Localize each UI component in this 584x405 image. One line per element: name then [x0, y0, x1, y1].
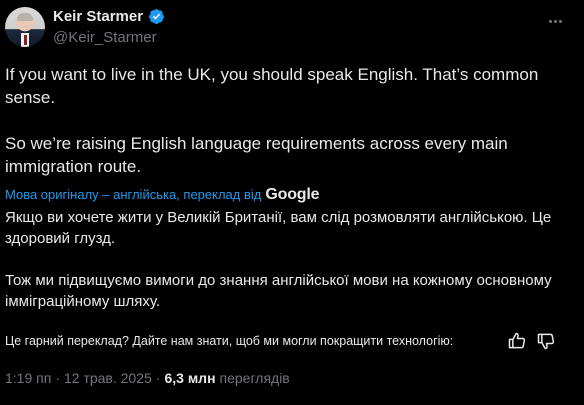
- translation-attribution[interactable]: Мова оригіналу – англійська, переклад ві…: [5, 186, 319, 204]
- verified-badge-icon: [149, 9, 164, 25]
- translation-paragraph: Тож ми підвищуємо вимоги до знання англі…: [5, 272, 552, 310]
- tweet-paragraph: If you want to live in the UK, you shoul…: [5, 65, 539, 107]
- tweet-paragraph: So we’re raising English language requir…: [5, 134, 508, 176]
- avatar[interactable]: [5, 7, 45, 47]
- translation-feedback-prompt: Це гарний переклад? Дайте нам знати, щоб…: [5, 334, 454, 348]
- google-logo: Google: [265, 186, 320, 203]
- views-label: переглядів: [219, 370, 290, 386]
- views-count[interactable]: 6,3 млн: [164, 370, 215, 386]
- tweet-meta: 1:19 пп · 12 трав. 2025 · 6,3 млн перегл…: [5, 370, 290, 386]
- author-name-row[interactable]: Keir Starmer: [53, 8, 165, 25]
- author-name[interactable]: Keir Starmer: [53, 8, 143, 25]
- meta-separator: ·: [55, 370, 60, 386]
- translation-label[interactable]: Мова оригіналу – англійська, переклад ві…: [5, 187, 261, 202]
- tweet-header: Keir Starmer @Keir_Starmer: [0, 0, 584, 56]
- author-handle[interactable]: @Keir_Starmer: [53, 29, 157, 46]
- translation-paragraph: Якщо ви хочете жити у Великій Британії, …: [5, 209, 552, 247]
- more-options-icon[interactable]: [544, 10, 566, 32]
- thumbs-down-icon[interactable]: [536, 331, 556, 351]
- tweet-body: If you want to live in the UK, you shoul…: [5, 63, 565, 178]
- tweet-date[interactable]: 12 трав. 2025: [64, 370, 152, 386]
- translated-body: Якщо ви хочете жити у Великій Британії, …: [5, 207, 565, 312]
- meta-separator: ·: [155, 370, 161, 386]
- thumbs-up-icon[interactable]: [507, 331, 527, 351]
- tweet-time[interactable]: 1:19 пп: [5, 370, 51, 386]
